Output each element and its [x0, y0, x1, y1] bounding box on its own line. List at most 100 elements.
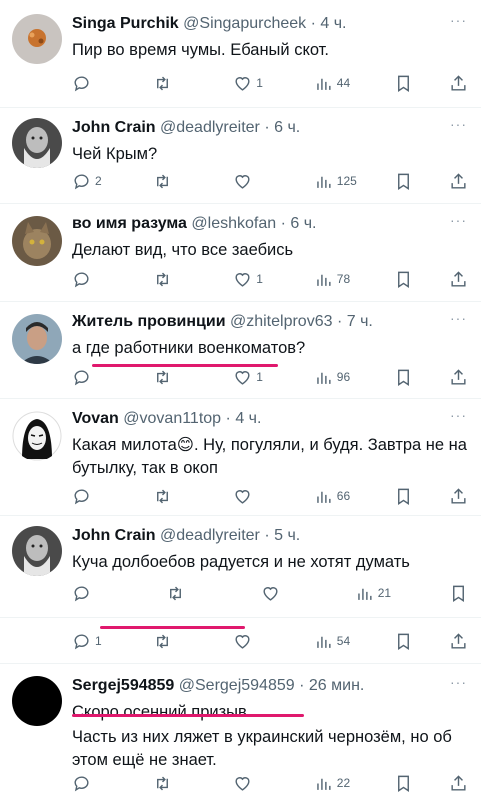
author-name[interactable]: John Crain: [72, 119, 156, 136]
more-options-icon[interactable]: ···: [450, 12, 467, 28]
bookmark-button[interactable]: [394, 270, 414, 289]
tweet[interactable]: Sergej594859 @Sergej594859 · 26 мин. Ско…: [0, 664, 481, 800]
tweet[interactable]: John Crain @deadlyreiter · 5 ч. Куча дол…: [0, 516, 481, 618]
tweet-header: во имя разума @leshkofan · 6 ч.: [72, 214, 469, 234]
tweet[interactable]: Singa Purchik @Singapurcheek · 4 ч. Пир …: [0, 0, 481, 108]
views-button[interactable]: 66: [314, 487, 360, 506]
retweet-button[interactable]: [153, 774, 199, 793]
author-name[interactable]: Vovan: [72, 410, 119, 427]
retweet-button[interactable]: [153, 368, 199, 387]
like-button[interactable]: [233, 774, 279, 793]
like-button[interactable]: [233, 632, 279, 651]
share-button[interactable]: [449, 270, 469, 289]
bookmark-button[interactable]: [449, 584, 469, 603]
more-options-icon[interactable]: ···: [450, 212, 467, 228]
retweet-button[interactable]: [153, 74, 199, 93]
views-button[interactable]: 22: [314, 774, 360, 793]
author-name[interactable]: Житель провинции: [72, 313, 226, 330]
partial-tweet-actions: 1 54: [0, 618, 481, 664]
more-options-icon[interactable]: ···: [450, 310, 467, 326]
author-name[interactable]: во имя разума: [72, 215, 187, 232]
like-button[interactable]: [261, 584, 307, 603]
bookmark-button[interactable]: [394, 632, 414, 651]
more-options-icon[interactable]: ···: [450, 407, 467, 423]
reply-button[interactable]: 2: [72, 172, 118, 191]
share-button[interactable]: [449, 368, 469, 387]
reply-button[interactable]: 1: [72, 632, 118, 651]
reply-button[interactable]: [72, 368, 118, 387]
bookmark-button[interactable]: [394, 368, 414, 387]
reply-count: 2: [95, 174, 102, 188]
avatar[interactable]: [12, 526, 62, 576]
author-handle[interactable]: @vovan11top: [123, 410, 221, 427]
views-count: 44: [336, 76, 351, 90]
views-button[interactable]: 96: [314, 368, 360, 387]
avatar[interactable]: [12, 314, 62, 364]
retweet-button[interactable]: [153, 632, 199, 651]
author-name[interactable]: John Crain: [72, 527, 156, 544]
views-button[interactable]: 78: [314, 270, 360, 289]
retweet-button[interactable]: [166, 584, 212, 603]
avatar[interactable]: [12, 411, 62, 461]
timestamp[interactable]: 5 ч.: [274, 527, 300, 544]
tweet[interactable]: John Crain @deadlyreiter · 6 ч. Чей Крым…: [0, 108, 481, 204]
reply-button[interactable]: [72, 270, 118, 289]
timestamp[interactable]: 6 ч.: [290, 215, 316, 232]
share-button[interactable]: [449, 172, 469, 191]
author-handle[interactable]: @Singapurcheek: [183, 15, 306, 32]
like-button[interactable]: 1: [233, 74, 279, 93]
avatar[interactable]: [12, 216, 62, 266]
share-button[interactable]: [449, 632, 469, 651]
timestamp[interactable]: 4 ч.: [235, 410, 261, 427]
retweet-button[interactable]: [153, 487, 199, 506]
retweet-button[interactable]: [153, 172, 199, 191]
like-button[interactable]: [233, 172, 279, 191]
retweet-button[interactable]: [153, 270, 199, 289]
like-button[interactable]: 1: [233, 270, 279, 289]
avatar[interactable]: [12, 14, 62, 64]
timestamp[interactable]: 26 мин.: [309, 677, 364, 694]
reply-icon: [74, 271, 89, 287]
like-button[interactable]: [233, 487, 279, 506]
views-button[interactable]: 21: [355, 584, 401, 603]
share-button[interactable]: [449, 774, 469, 793]
views-count: 21: [377, 586, 392, 600]
reply-button[interactable]: [72, 584, 118, 603]
views-button[interactable]: 54: [314, 632, 360, 651]
author-handle[interactable]: @leshkofan: [191, 215, 276, 232]
tweet[interactable]: Житель провинции @zhitelprov63 · 7 ч. а …: [0, 302, 481, 399]
timestamp[interactable]: 4 ч.: [320, 15, 346, 32]
author-handle[interactable]: @deadlyreiter: [160, 527, 260, 544]
reply-button[interactable]: [72, 74, 118, 93]
views-button[interactable]: 44: [314, 74, 360, 93]
reply-icon: [74, 775, 89, 791]
bookmark-button[interactable]: [394, 487, 414, 506]
bookmark-button[interactable]: [394, 774, 414, 793]
tweet[interactable]: во имя разума @leshkofan · 6 ч. Делают в…: [0, 204, 481, 302]
views-icon: [357, 588, 372, 600]
share-icon: [451, 774, 466, 791]
author-handle[interactable]: @deadlyreiter: [160, 119, 260, 136]
tweet[interactable]: Vovan @vovan11top · 4 ч. Какая милота😊. …: [0, 399, 481, 516]
reply-button[interactable]: [72, 487, 118, 506]
timestamp[interactable]: 6 ч.: [274, 119, 300, 136]
views-button[interactable]: 125: [314, 172, 360, 191]
tweet-text: а где работники военкоматов?: [72, 339, 306, 357]
share-button[interactable]: [449, 487, 469, 506]
timestamp[interactable]: 7 ч.: [347, 313, 373, 330]
author-name[interactable]: Singa Purchik: [72, 15, 179, 32]
author-name[interactable]: Sergej594859: [72, 677, 174, 694]
more-options-icon[interactable]: ···: [450, 674, 467, 690]
share-button[interactable]: [449, 74, 469, 93]
reply-button[interactable]: [72, 774, 118, 793]
avatar[interactable]: [12, 676, 62, 726]
highlight-underline: [100, 626, 245, 629]
avatar[interactable]: [12, 118, 62, 168]
like-button[interactable]: 1: [233, 368, 279, 387]
author-handle[interactable]: @zhitelprov63: [230, 313, 333, 330]
views-icon: [317, 176, 331, 188]
more-options-icon[interactable]: ···: [450, 116, 467, 132]
author-handle[interactable]: @Sergej594859: [179, 677, 295, 694]
bookmark-button[interactable]: [394, 172, 414, 191]
bookmark-button[interactable]: [394, 74, 414, 93]
